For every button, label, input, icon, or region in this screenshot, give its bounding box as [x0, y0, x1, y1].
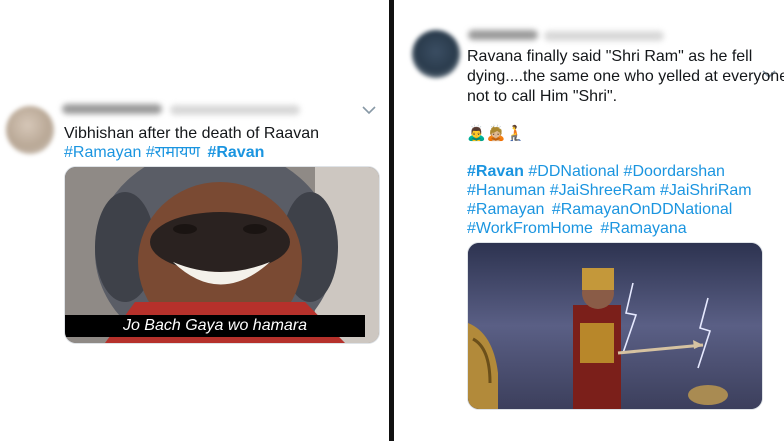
hashtag-link[interactable]: #RamayanOnDDNational	[552, 201, 733, 218]
emoji-bow-icon: 🙇‍♂️🙇🏼🧎	[467, 125, 527, 142]
tweet-hashtags-line: #WorkFromHome #Ramayana	[467, 219, 687, 238]
hashtag-link[interactable]: #JaiShreeRam	[550, 182, 656, 199]
tweet-text-line: not to call Him "Shri".	[467, 88, 618, 105]
avatar[interactable]	[6, 106, 54, 154]
tweet-text-line: Ravana finally said "Shri Ram" as he fel…	[467, 48, 753, 65]
hashtag-link[interactable]: #Hanuman	[467, 182, 545, 199]
tweet-card-right[interactable]: Ravana finally said "Shri Ram" as he fel…	[394, 0, 784, 441]
chevron-down-icon[interactable]	[362, 106, 378, 116]
tweet-hashtags-line: #Ramayan #RamayanOnDDNational	[467, 200, 732, 219]
blurred-username[interactable]	[468, 30, 538, 40]
tweet-image-meme[interactable]: Jo Bach Gaya wo hamara	[64, 166, 380, 344]
hashtag-link[interactable]: #Ravan	[207, 144, 264, 161]
avatar[interactable]	[412, 30, 460, 78]
hashtag-link[interactable]: #Ravan	[467, 163, 524, 180]
blurred-handle	[170, 105, 300, 115]
hashtag-link[interactable]: #Ramayana	[600, 220, 686, 237]
tweet-text-line: dying....the same one who yelled at ever…	[467, 68, 784, 85]
hashtag-link[interactable]: #Doordarshan	[624, 163, 725, 180]
tweet-hashtags-line: #Hanuman #JaiShreeRam #JaiShriRam	[467, 181, 752, 200]
hashtag-link[interactable]: #JaiShriRam	[660, 182, 752, 199]
tweet-card-left[interactable]: Vibhishan after the death of Raavan #Ram…	[0, 0, 389, 441]
hashtag-link[interactable]: #Ramayan	[64, 144, 141, 161]
tweet-hashtags: #Ramayan #रामायण #Ravan	[64, 143, 264, 162]
tweet-image-ravana[interactable]	[467, 242, 763, 410]
ravana-scene-illustration	[468, 243, 762, 409]
blurred-handle	[544, 31, 664, 41]
hashtag-link[interactable]: #WorkFromHome	[467, 220, 593, 237]
meme-caption: Jo Bach Gaya wo hamara	[65, 315, 365, 337]
tweet-text: Vibhishan after the death of Raavan	[64, 125, 319, 142]
hashtag-link[interactable]: #रामायण	[146, 144, 200, 161]
blurred-username[interactable]	[62, 104, 162, 114]
hashtag-link[interactable]: #DDNational	[528, 163, 619, 180]
tweet-hashtags-line: #Ravan #DDNational #Doordarshan	[467, 162, 725, 181]
hashtag-link[interactable]: #Ramayan	[467, 201, 544, 218]
